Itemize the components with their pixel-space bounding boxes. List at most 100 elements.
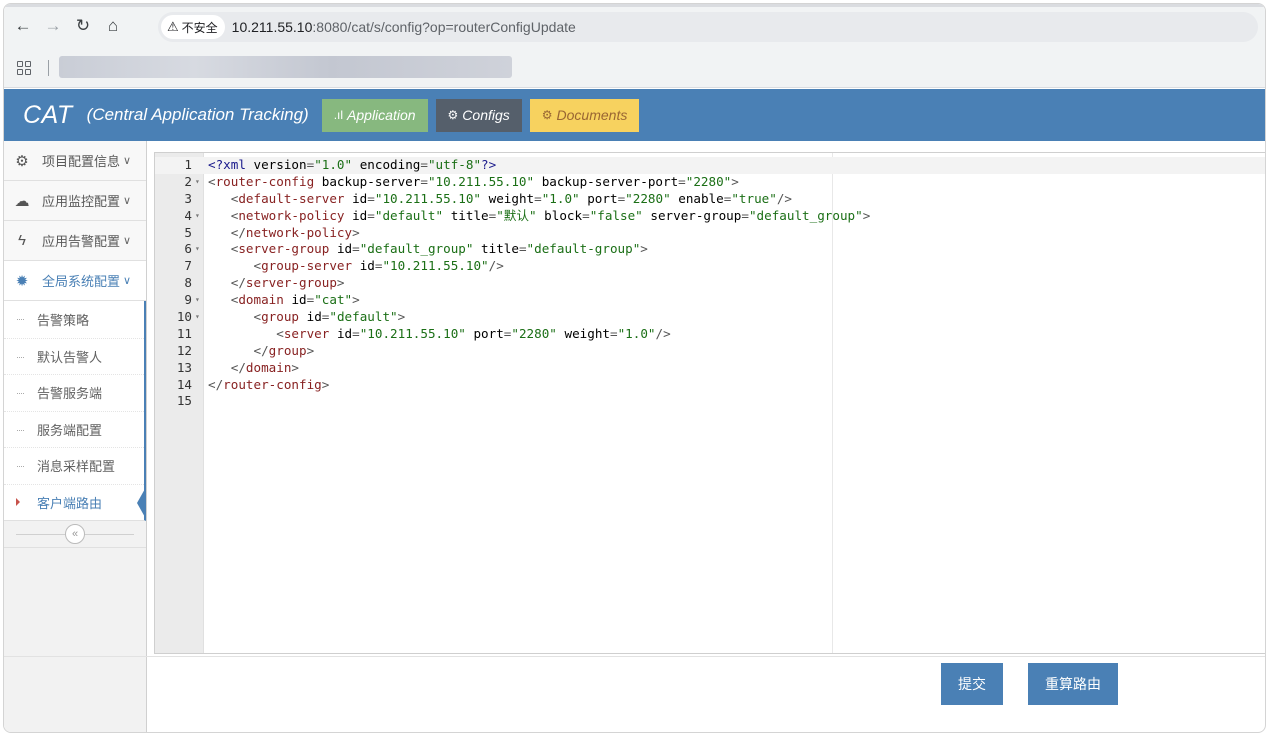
fold-toggle-icon[interactable]: ▾	[195, 292, 200, 309]
code-line[interactable]: 9 ▾ <domain id="cat">	[155, 292, 1265, 309]
reload-icon[interactable]: ↻	[70, 13, 96, 39]
code-text: <group id="default">	[253, 309, 406, 325]
browser-window: ← → ↻ ⌂ ⚠ 不安全 10.211.55.10:8080/cat/s/co…	[3, 3, 1266, 733]
cogs-icon: ⚙	[447, 108, 459, 122]
bookmarks-divider	[48, 60, 49, 76]
sidebar: ⚙ 项目配置信息 ∨ ☁ 应用监控配置 ∨ ϟ 应用告警配置 ∨ ✹ 全局系统配…	[4, 141, 147, 732]
code-line[interactable]: 4 ▾ <network-policy id="default" title="默…	[155, 207, 1265, 225]
fold-toggle-icon[interactable]: ▾	[195, 174, 200, 191]
address-bar[interactable]: ⚠ 不安全 10.211.55.10:8080/cat/s/config?op=…	[158, 12, 1258, 42]
code-text: <default-server id="10.211.55.10" weight…	[230, 190, 793, 206]
apps-grid-icon[interactable]	[17, 61, 31, 75]
tab-strip	[4, 4, 1265, 7]
sidebar-item-project-config[interactable]: ⚙ 项目配置信息 ∨	[4, 141, 146, 181]
code-line[interactable]: 15	[155, 393, 1265, 410]
blurred-bookmarks	[59, 56, 512, 78]
browser-toolbar: ← → ↻ ⌂ ⚠ 不安全 10.211.55.10:8080/cat/s/co…	[4, 4, 1265, 48]
nav-documents-label: Documents	[556, 107, 628, 123]
code-line[interactable]: 2 ▾ <router-config backup-server="10.211.5…	[155, 173, 1265, 191]
url-text[interactable]: 10.211.55.10:8080/cat/s/config?op=router…	[232, 19, 576, 35]
collapse-sidebar-button[interactable]: «	[65, 524, 85, 544]
recalculate-route-button[interactable]: 重算路由	[1028, 663, 1118, 705]
sidebar-item-app-monitor-config[interactable]: ☁ 应用监控配置 ∨	[4, 181, 146, 221]
sidebar-subitem-sample-config[interactable]: 消息采样配置	[4, 447, 144, 484]
line-number: 11	[176, 325, 192, 341]
code-text: </group>	[253, 342, 315, 358]
warning-icon: ⚠	[167, 19, 179, 34]
xml-code-editor[interactable]: 1 <?xml version="1.0" encoding="utf-8"?> 2…	[154, 152, 1265, 654]
code-line[interactable]: 3 <default-server id="10.211.55.10" weig…	[155, 190, 1265, 208]
line-number: 6	[184, 241, 192, 257]
forward-icon[interactable]: →	[40, 13, 66, 39]
code-text: </network-policy>	[230, 224, 360, 240]
sidebar-subitem-alert-policy[interactable]: 告警策略	[4, 301, 144, 338]
nav-application-label: Application	[347, 107, 416, 123]
caret-right-icon	[16, 497, 20, 506]
line-number: 5	[184, 224, 192, 240]
nav-application-button[interactable]: .ıl Application	[321, 98, 428, 132]
sidebar-item-global-system-config[interactable]: ✹ 全局系统配置 ∨	[4, 261, 146, 301]
chevron-down-icon: ∨	[123, 195, 132, 207]
brand-subtitle: (Central Application Tracking)	[86, 105, 309, 124]
fold-toggle-icon[interactable]: ▾	[195, 208, 200, 225]
fold-toggle-icon[interactable]: ▾	[195, 309, 200, 326]
code-line[interactable]: 13 </domain>	[155, 359, 1265, 377]
line-number: 1	[184, 157, 192, 172]
submit-button[interactable]: 提交	[941, 663, 1003, 705]
code-text: <?xml version="1.0" encoding="utf-8"?>	[208, 157, 497, 172]
code-line[interactable]: 1 <?xml version="1.0" encoding="utf-8"?>	[155, 157, 1265, 174]
line-number: 15	[176, 393, 192, 409]
sidebar-subitem-label: 告警策略	[37, 312, 90, 328]
code-line[interactable]: 7 <group-server id="10.211.55.10"/>	[155, 258, 1265, 275]
active-pointer	[137, 486, 146, 519]
cloud-icon: ☁	[14, 192, 30, 210]
url-path: :8080/cat/s/config?op=routerConfigUpdate	[312, 19, 576, 35]
bolt-icon: ϟ	[18, 232, 26, 249]
nav-configs-label: Configs	[462, 107, 510, 123]
code-lines: 1 <?xml version="1.0" encoding="utf-8"?> 2…	[155, 157, 1265, 410]
back-icon[interactable]: ←	[10, 13, 36, 39]
code-text: <domain id="cat">	[230, 292, 360, 308]
code-line[interactable]: 12 </group>	[155, 342, 1265, 360]
code-line[interactable]: 11 <server id="10.211.55.10" port="2280"…	[155, 325, 1265, 343]
chevron-down-icon: ∨	[123, 275, 132, 287]
app-header: CAT (Central Application Tracking) .ıl A…	[4, 89, 1265, 141]
code-line[interactable]: 10 ▾ <group id="default">	[155, 309, 1265, 326]
gear-icon: ✹	[15, 272, 29, 290]
line-number: 12	[176, 342, 192, 358]
security-chip[interactable]: ⚠ 不安全	[161, 15, 225, 39]
security-label: 不安全	[181, 20, 218, 35]
form-divider	[4, 656, 1265, 657]
line-number: 13	[176, 359, 192, 375]
home-icon[interactable]: ⌂	[100, 13, 126, 39]
sidebar-submenu: 告警策略 默认告警人 告警服务端 服务端配置 消息采样配置 客户端路由	[4, 301, 146, 521]
brand-logo[interactable]: CAT	[23, 101, 73, 130]
code-text: </router-config>	[208, 376, 330, 392]
code-text: <server-group id="default_group" title="…	[230, 241, 648, 257]
sidebar-subitem-client-router[interactable]: 客户端路由	[4, 483, 146, 521]
code-line[interactable]: 6 ▾ <server-group id="default_group" titl…	[155, 241, 1265, 258]
sidebar-subitem-label: 默认告警人	[37, 349, 103, 365]
nav-configs-button[interactable]: ⚙ Configs	[435, 98, 522, 132]
sidebar-subitem-alert-server[interactable]: 告警服务端	[4, 374, 144, 411]
sidebar-collapse: «	[4, 521, 146, 548]
sidebar-subitem-default-receiver[interactable]: 默认告警人	[4, 337, 144, 375]
code-text: </server-group>	[230, 275, 345, 291]
code-line[interactable]: 8 </server-group>	[155, 275, 1265, 292]
sidebar-subitem-label: 告警服务端	[37, 386, 103, 402]
line-number: 4	[184, 207, 192, 223]
code-text: <network-policy id="default" title="默认" …	[230, 207, 871, 223]
nav-documents-button[interactable]: ⚙ Documents	[529, 98, 640, 132]
sidebar-item-app-alert-config[interactable]: ϟ 应用告警配置 ∨	[4, 221, 146, 261]
cogs-icon: ⚙	[541, 108, 553, 122]
line-number: 2	[184, 173, 192, 189]
chevron-down-icon: ∨	[123, 235, 132, 247]
sidebar-subitem-label: 消息采样配置	[37, 459, 116, 475]
code-line[interactable]: 14 </router-config>	[155, 376, 1265, 394]
cogs-icon: ⚙	[15, 152, 29, 170]
sidebar-subitem-server-config[interactable]: 服务端配置	[4, 410, 144, 448]
fold-toggle-icon[interactable]: ▾	[195, 241, 200, 258]
sidebar-item-label: 应用监控配置	[42, 194, 121, 209]
code-line[interactable]: 5 </network-policy>	[155, 224, 1265, 242]
code-text: <server id="10.211.55.10" port="2280" we…	[276, 325, 671, 341]
